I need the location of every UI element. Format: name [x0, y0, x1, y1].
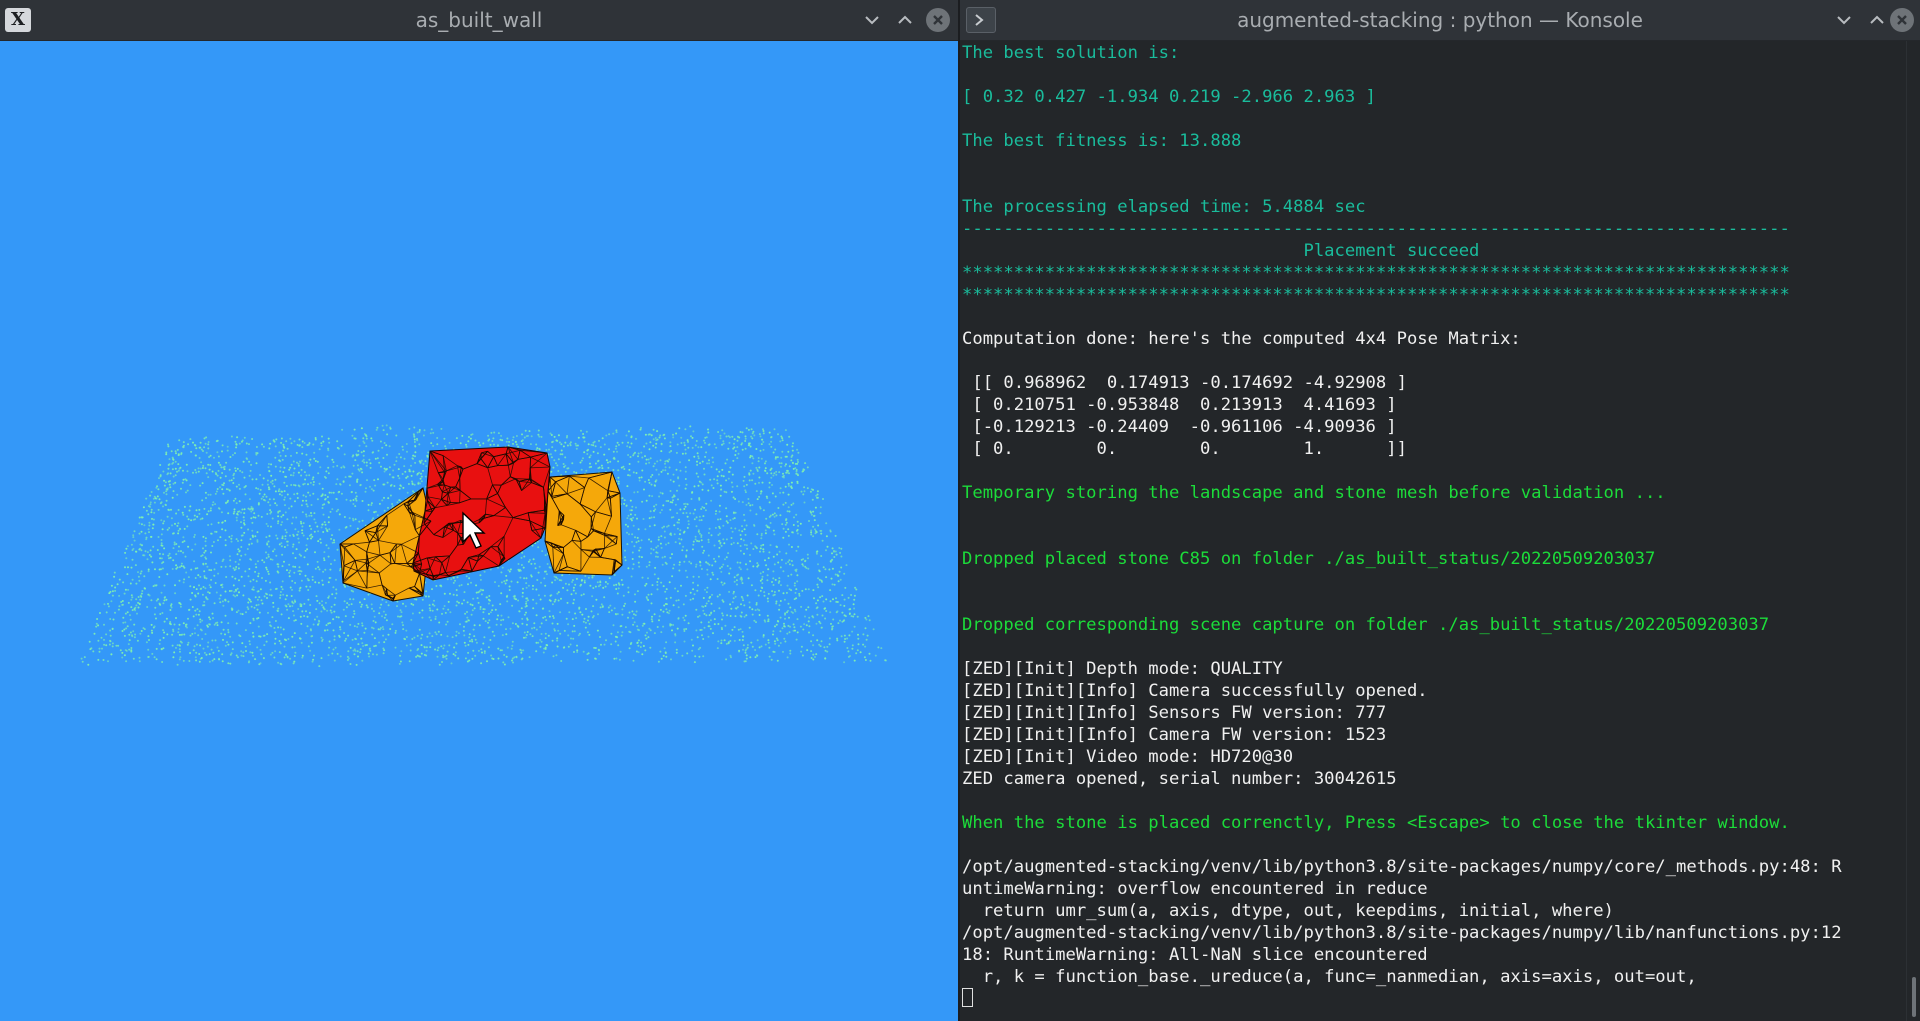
titlebar[interactable]: augmented-stacking : python — Konsole — [960, 0, 1920, 41]
terminal-line: Dropped corresponding scene capture on f… — [962, 615, 1770, 635]
terminal-line: [ZED][Init][Info] Camera successfully op… — [962, 681, 1428, 701]
titlebar[interactable]: X as_built_wall — [0, 0, 958, 41]
terminal-line: untimeWarning: overflow encountered in r… — [962, 879, 1428, 899]
terminal-scrollbar[interactable] — [1906, 41, 1920, 1021]
terminal-line: [-0.129213 -0.24409 -0.961106 -4.90936 ] — [962, 417, 1397, 437]
minimize-icon — [865, 16, 879, 25]
minimize-button[interactable] — [1832, 8, 1856, 32]
terminal-line: [ZED][Init][Info] Sensors FW version: 77… — [962, 703, 1387, 723]
terminal-line: [[ 0.968962 0.174913 -0.174692 -4.92908 … — [962, 373, 1407, 393]
close-button[interactable] — [926, 8, 950, 32]
terminal-line: ****************************************… — [962, 263, 1790, 283]
terminal-line: When the stone is placed correnctly, Pre… — [962, 813, 1790, 833]
terminal-line: [ 0.210751 -0.953848 0.213913 4.41693 ] — [962, 395, 1397, 415]
as-built-wall-window: X as_built_wall — [0, 0, 958, 1021]
terminal-line: [ZED][Init][Info] Camera FW version: 152… — [962, 725, 1387, 745]
terminal-line: [ZED][Init] Video mode: HD720@30 — [962, 747, 1294, 767]
terminal-line: The best solution is: — [962, 43, 1180, 63]
terminal-line: [ 0.32 0.427 -1.934 0.219 -2.966 2.963 ] — [962, 87, 1376, 107]
terminal-line: The processing elapsed time: 5.4884 sec — [962, 197, 1366, 217]
terminal-line: r, k = function_base._ureduce(a, func=_n… — [962, 967, 1697, 987]
window-title: as_built_wall — [415, 8, 543, 32]
terminal-line: /opt/augmented-stacking/venv/lib/python3… — [962, 923, 1842, 943]
maximize-icon — [898, 15, 912, 24]
terminal-line: The best fitness is: 13.888 — [962, 131, 1242, 151]
minimize-button[interactable] — [860, 8, 884, 32]
terminal-line: ****************************************… — [962, 285, 1790, 305]
terminal-line: return umr_sum(a, axis, dtype, out, keep… — [962, 901, 1614, 921]
close-button[interactable] — [1890, 8, 1914, 32]
close-icon — [1897, 15, 1907, 25]
maximize-icon — [1870, 15, 1884, 24]
terminal-line: Placement succeed — [962, 241, 1480, 261]
minimize-icon — [1837, 16, 1851, 25]
terminal-line: [ZED][Init] Depth mode: QUALITY — [962, 659, 1283, 679]
terminal-line: Dropped placed stone C85 on folder ./as_… — [962, 549, 1656, 569]
terminal-line: 18: RuntimeWarning: All-NaN slice encoun… — [962, 945, 1428, 965]
maximize-button[interactable] — [1865, 8, 1889, 32]
point-cloud-scene[interactable] — [0, 41, 958, 1021]
scroll-thumb[interactable] — [1912, 977, 1916, 1017]
terminal-prompt[interactable] — [962, 988, 1842, 1010]
window-title: augmented-stacking : python — Konsole — [1237, 8, 1643, 32]
terminal-line: ZED camera opened, serial number: 300426… — [962, 769, 1397, 789]
terminal-line: Temporary storing the landscape and ston… — [962, 483, 1666, 503]
terminal-line: /opt/augmented-stacking/venv/lib/python3… — [962, 857, 1842, 877]
maximize-button[interactable] — [893, 8, 917, 32]
terminal-line: [ 0. 0. 0. 1. ]] — [962, 439, 1407, 459]
terminal-line: Computation done: here's the computed 4x… — [962, 329, 1521, 349]
text-cursor — [962, 988, 973, 1007]
placed-stone-right — [544, 471, 623, 576]
terminal-line: ----------------------------------------… — [962, 219, 1790, 239]
3d-viewport[interactable] — [0, 41, 958, 1021]
terminal-output[interactable]: The best solution is: [ 0.32 0.427 -1.934… — [960, 41, 1906, 1021]
konsole-window: augmented-stacking : python — Konsole Th… — [960, 0, 1920, 1021]
close-icon — [933, 15, 943, 25]
